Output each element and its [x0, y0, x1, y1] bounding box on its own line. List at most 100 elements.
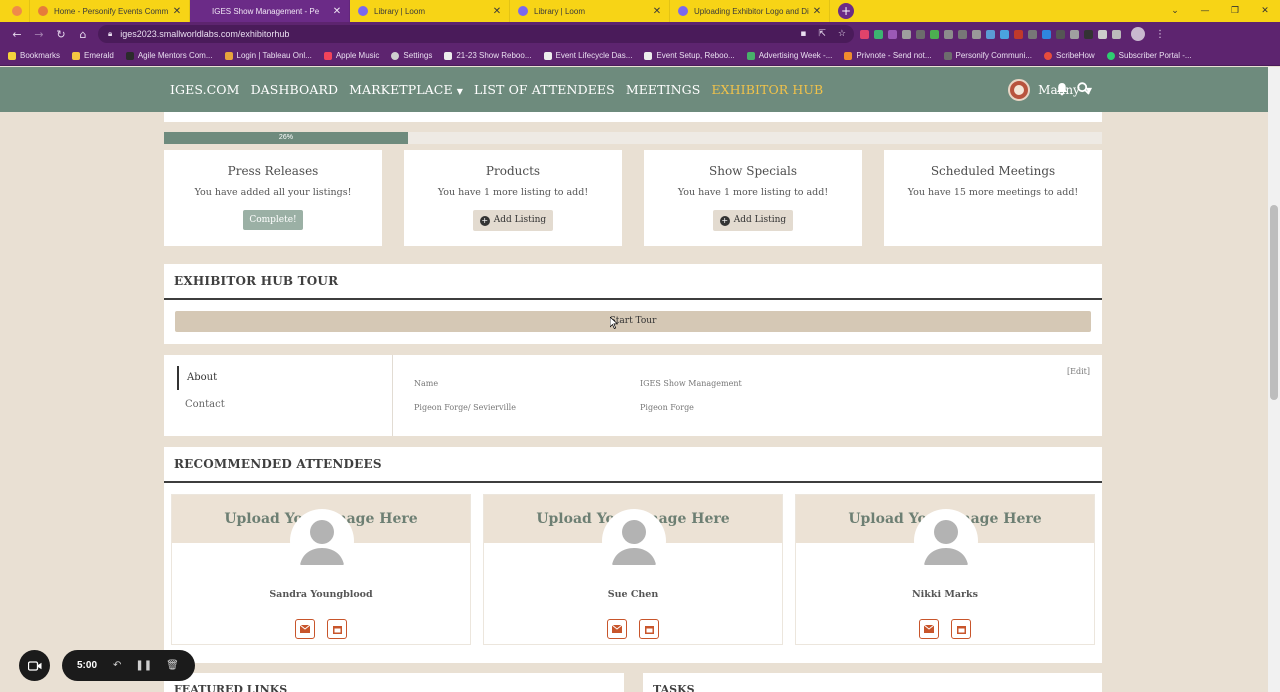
extension-icon[interactable] [1014, 29, 1023, 39]
extension-icon[interactable] [986, 29, 995, 39]
bookmark-item[interactable]: Apple Music [323, 51, 379, 60]
star-icon[interactable]: ☆ [838, 29, 846, 39]
schedule-meeting-button[interactable] [327, 619, 347, 639]
bookmark-item[interactable]: Agile Mentors Com... [125, 51, 213, 60]
extension-icon[interactable] [958, 29, 967, 39]
extension-icon[interactable] [874, 29, 883, 39]
page-scrollbar-thumb[interactable] [1270, 205, 1278, 400]
bookmark-item[interactable]: Subscriber Portal -... [1106, 51, 1192, 60]
forward-icon[interactable]: → [28, 28, 50, 41]
extension-icon[interactable] [860, 29, 869, 39]
restore-icon[interactable]: ❐ [1220, 6, 1250, 16]
extension-icon[interactable] [972, 29, 981, 39]
minimize-icon[interactable]: — [1190, 6, 1220, 16]
share-icon[interactable]: ⇱ [818, 29, 826, 39]
new-tab-button[interactable]: + [838, 3, 854, 19]
bookmark-label: 21-23 Show Reboo... [456, 51, 532, 60]
close-icon[interactable]: ✕ [171, 6, 183, 17]
pause-icon[interactable]: ❚❚ [135, 660, 152, 671]
extension-icon[interactable] [888, 29, 897, 39]
recorder-toolbar: 5:00 ↶ ❚❚ 🗑︎ [62, 650, 195, 681]
panel-top-edge [164, 112, 1102, 122]
url-input[interactable]: 🔒︎ iges2023.smallworldlabs.com/exhibitor… [98, 25, 854, 43]
extension-icon[interactable] [944, 29, 953, 39]
email-button[interactable] [607, 619, 627, 639]
close-icon[interactable]: ✕ [1250, 6, 1280, 16]
complete-button[interactable]: Complete! [243, 210, 303, 230]
browser-tab-active[interactable]: IGES Show Management - Pe ✕ [190, 0, 350, 22]
attendee-name[interactable]: Sandra Youngblood [172, 589, 470, 600]
bookmark-item[interactable]: Advertising Week -... [746, 51, 832, 60]
tab-title: Library | Loom [534, 6, 585, 16]
avatar [602, 509, 666, 573]
add-listing-button[interactable]: + Add Listing [472, 210, 554, 231]
trash-icon[interactable]: 🗑︎ [166, 660, 179, 671]
person-placeholder-icon [915, 510, 977, 572]
close-icon[interactable]: ✕ [651, 6, 663, 17]
schedule-meeting-button[interactable] [639, 619, 659, 639]
reload-icon[interactable]: ↻ [50, 28, 72, 41]
bookmark-item[interactable]: Emerald [72, 51, 114, 60]
browser-tab[interactable]: Library | Loom ✕ [350, 0, 510, 22]
sidebar-icon[interactable] [1112, 29, 1121, 39]
extension-icon[interactable] [1084, 29, 1093, 39]
bell-icon[interactable] [1056, 82, 1068, 96]
home-icon[interactable]: ⌂ [72, 28, 94, 41]
edit-link[interactable]: [Edit] [1067, 367, 1090, 376]
nav-link-marketplace[interactable]: MARKETPLACE ▼ [349, 82, 463, 97]
chevron-down-icon[interactable]: ⌄ [1160, 6, 1190, 16]
more-icon[interactable]: ⋮ [1155, 29, 1165, 40]
bookmark-item[interactable]: Bookmarks [8, 51, 60, 60]
nav-link-dashboard[interactable]: DASHBOARD [251, 82, 339, 97]
extension-icon[interactable] [902, 29, 911, 39]
bookmark-item[interactable]: Settings [391, 51, 432, 60]
extension-icon[interactable] [1070, 29, 1079, 39]
attendee-name[interactable]: Sue Chen [484, 589, 782, 600]
add-listing-button[interactable]: + Add Listing [712, 210, 794, 231]
bookmark-item[interactable]: ScribeHow [1043, 51, 1095, 60]
search-icon[interactable] [1077, 82, 1090, 95]
bookmark-item[interactable]: Event Setup, Reboo... [644, 51, 735, 60]
bookmark-item[interactable]: 21-23 Show Reboo... [444, 51, 532, 60]
about-tab-list: About Contact [164, 355, 393, 436]
profile-avatar[interactable] [1131, 27, 1145, 41]
close-icon[interactable]: ✕ [491, 6, 503, 17]
attendee-name[interactable]: Nikki Marks [796, 589, 1094, 600]
browser-tab[interactable]: Home - Personify Events Comm ✕ [30, 0, 190, 22]
bookmark-item[interactable]: Personify Communi... [943, 51, 1032, 60]
puzzle-icon[interactable] [1098, 29, 1107, 39]
extension-icon[interactable] [916, 29, 925, 39]
bookmark-item[interactable]: Login | Tableau Onl... [224, 51, 312, 60]
start-tour-button[interactable]: Start Tour [175, 311, 1091, 332]
section-heading: RECOMMENDED ATTENDEES [164, 447, 1102, 483]
browser-tab[interactable]: Library | Loom ✕ [510, 0, 670, 22]
email-button[interactable] [295, 619, 315, 639]
extension-icon[interactable] [930, 29, 939, 39]
email-button[interactable] [919, 619, 939, 639]
tableau-icon [224, 51, 233, 60]
nav-link-meetings[interactable]: MEETINGS [626, 82, 701, 97]
extension-icon[interactable] [1000, 29, 1009, 39]
video-camera-icon [27, 660, 41, 671]
extension-icon[interactable] [1028, 29, 1037, 39]
close-icon[interactable]: ✕ [811, 6, 823, 17]
extension-icon[interactable] [1042, 29, 1051, 39]
bookmark-item[interactable]: Event Lifecycle Das... [543, 51, 632, 60]
camera-toggle-button[interactable] [19, 650, 50, 681]
site-favicon-icon [746, 51, 755, 60]
schedule-meeting-button[interactable] [951, 619, 971, 639]
nav-link-exhibitor-hub[interactable]: EXHIBITOR HUB [711, 82, 823, 97]
camera-icon[interactable]: ▪ [800, 29, 806, 39]
close-icon[interactable]: ✕ [331, 6, 343, 17]
bookmark-item[interactable]: Privnote - Send not... [844, 51, 932, 60]
extension-icon[interactable] [1056, 29, 1065, 39]
nav-link-attendees[interactable]: LIST OF ATTENDEES [474, 82, 615, 97]
undo-icon[interactable]: ↶ [113, 660, 121, 671]
tab-about[interactable]: About [177, 366, 217, 390]
bookmark-label: Privnote - Send not... [856, 51, 932, 60]
tab-contact[interactable]: Contact [177, 393, 225, 417]
back-icon[interactable]: ← [6, 28, 28, 41]
nav-link-iges[interactable]: IGES.COM [170, 82, 240, 97]
browser-tab[interactable]: Uploading Exhibitor Logo and Di ✕ [670, 0, 830, 22]
browser-tab[interactable] [0, 0, 30, 22]
